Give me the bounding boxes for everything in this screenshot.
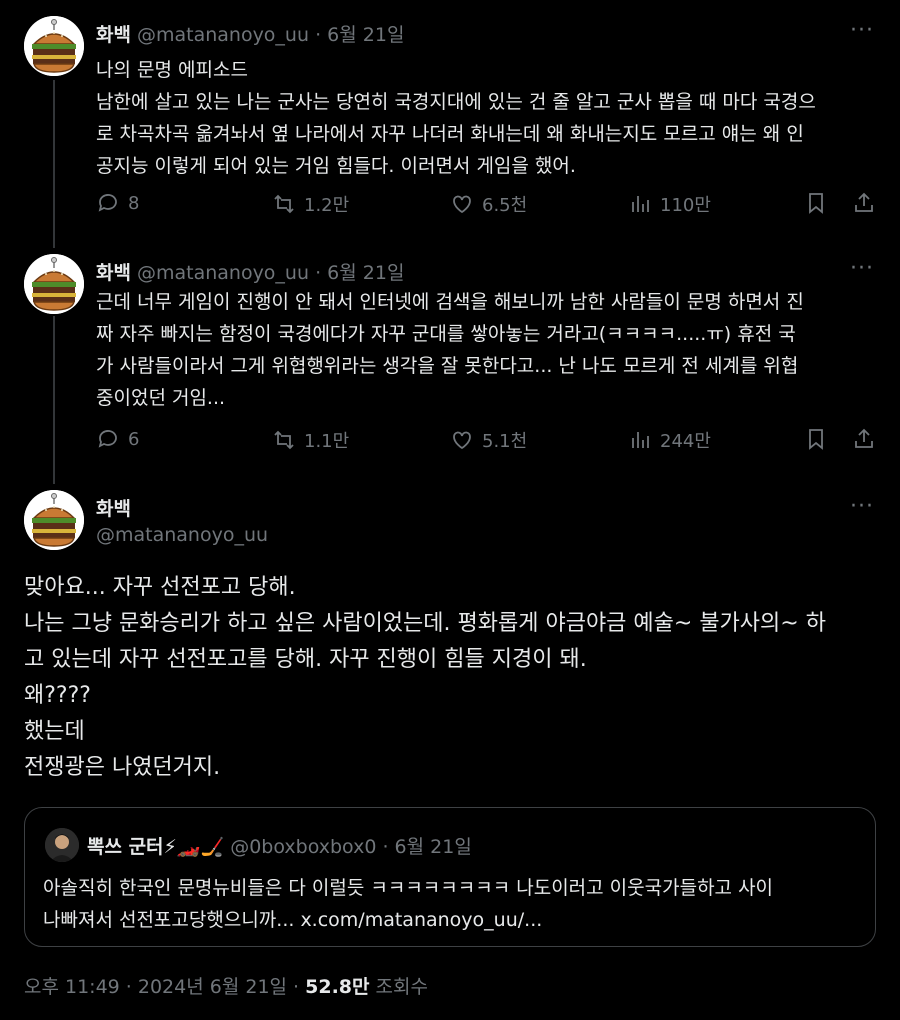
burger-avatar-icon bbox=[24, 254, 84, 314]
tweet-actions: 6 1.1만 5.1천 244만 bbox=[96, 427, 878, 457]
more-options-button[interactable]: ··· bbox=[850, 494, 874, 519]
burger-avatar-icon bbox=[24, 16, 84, 76]
share-icon bbox=[855, 192, 873, 212]
timestamp[interactable]: 6월 21일 bbox=[327, 262, 404, 284]
main-avatar[interactable] bbox=[24, 490, 84, 550]
bookmark-button[interactable] bbox=[804, 191, 828, 215]
tweet-header: 화백 @matananoyo_uu · 6월 21일 bbox=[96, 24, 405, 46]
quote-header: 뽁쓰 군터⚡🏎️🏒 @0boxboxbox0 · 6월 21일 bbox=[87, 836, 472, 858]
reply-icon bbox=[98, 194, 117, 212]
display-name[interactable]: 화백 bbox=[96, 262, 131, 284]
quote-text: 아솔직히 한국인 문명뉴비들은 다 이럴듯 ㅋㅋㅋㅋㅋㅋㅋㅋ 나도이러고 이웃국… bbox=[43, 877, 774, 931]
reply-count: 8 bbox=[128, 192, 140, 214]
tweet-text: 나의 문명 에피소드 남한에 살고 있는 나는 군사는 당연히 국경지대에 있는… bbox=[96, 59, 816, 177]
quote-avatar bbox=[45, 828, 79, 862]
repost-count: 1.1만 bbox=[304, 431, 350, 452]
bookmark-button[interactable] bbox=[804, 427, 828, 451]
heart-icon bbox=[453, 431, 471, 450]
bookmark-icon bbox=[809, 193, 823, 214]
reply-count: 6 bbox=[128, 428, 140, 450]
quoted-tweet[interactable]: 뽁쓰 군터⚡🏎️🏒 @0boxboxbox0 · 6월 21일 아솔직히 한국인 … bbox=[24, 807, 876, 947]
quote-handle: @0boxboxbox0 bbox=[230, 836, 377, 858]
quote-display-name: 뽁쓰 군터⚡🏎️🏒 bbox=[87, 836, 225, 858]
more-options-button[interactable]: ··· bbox=[850, 256, 874, 281]
like-count: 6.5천 bbox=[482, 195, 528, 216]
share-icon bbox=[855, 428, 873, 448]
display-name[interactable]: 화백 bbox=[96, 24, 131, 46]
repost-button[interactable]: 1.2만 bbox=[272, 191, 349, 217]
tweet-header: 화백 @matananoyo_uu · 6월 21일 bbox=[96, 262, 405, 284]
bookmark-icon bbox=[809, 429, 823, 450]
heart-icon bbox=[453, 195, 471, 214]
timestamp[interactable]: 6월 21일 bbox=[327, 24, 404, 46]
views-icon bbox=[632, 196, 649, 212]
handle[interactable]: @matananoyo_uu bbox=[137, 262, 309, 284]
main-display-name[interactable]: 화백 bbox=[96, 494, 131, 521]
thread-tweet-2[interactable]: 화백 @matananoyo_uu · 6월 21일 ··· 근데 너무 게임이 … bbox=[0, 250, 900, 486]
view-count-total: 52.8만 bbox=[305, 976, 370, 998]
views-button[interactable]: 244만 bbox=[628, 427, 711, 453]
like-button[interactable]: 5.1천 bbox=[450, 427, 527, 453]
reply-button[interactable]: 6 bbox=[96, 427, 139, 451]
views-icon bbox=[632, 432, 649, 448]
main-handle[interactable]: @matananoyo_uu bbox=[96, 524, 268, 546]
repost-icon bbox=[274, 194, 294, 214]
views-button[interactable]: 110만 bbox=[628, 191, 711, 217]
quote-timestamp: 6월 21일 bbox=[394, 836, 472, 858]
main-tweet-text: 맞아요... 자꾸 선전포고 당해. 나는 그냥 문화승리가 하고 싶은 사람이… bbox=[24, 575, 826, 780]
like-button[interactable]: 6.5천 bbox=[450, 191, 527, 217]
post-timestamp[interactable]: 오후 11:49 · 2024년 6월 21일 · bbox=[24, 976, 305, 998]
repost-button[interactable]: 1.1만 bbox=[272, 427, 349, 453]
repost-count: 1.2만 bbox=[304, 195, 350, 216]
tweet-actions: 8 1.2만 6.5천 110만 bbox=[96, 191, 878, 221]
view-count: 110만 bbox=[660, 195, 711, 216]
avatar[interactable] bbox=[24, 16, 84, 76]
repost-icon bbox=[274, 430, 294, 450]
views-label: 조회수 bbox=[369, 976, 428, 998]
share-button[interactable] bbox=[852, 427, 876, 451]
tweet-meta: 오후 11:49 · 2024년 6월 21일 · 52.8만 조회수 bbox=[24, 972, 428, 999]
handle[interactable]: @matananoyo_uu bbox=[137, 24, 309, 46]
share-button[interactable] bbox=[852, 191, 876, 215]
reply-icon bbox=[98, 430, 117, 448]
reply-button[interactable]: 8 bbox=[96, 191, 139, 215]
person-avatar-icon bbox=[45, 828, 79, 862]
burger-avatar-icon bbox=[24, 490, 84, 550]
more-options-button[interactable]: ··· bbox=[850, 18, 874, 43]
like-count: 5.1천 bbox=[482, 431, 528, 452]
tweet-text: 근데 너무 게임이 진행이 안 돼서 인터넷에 검색을 해보니까 남한 사람들이… bbox=[96, 291, 804, 409]
thread-tweet-1[interactable]: 화백 @matananoyo_uu · 6월 21일 ··· 나의 문명 에피소드… bbox=[0, 0, 900, 250]
view-count: 244만 bbox=[660, 431, 711, 452]
avatar[interactable] bbox=[24, 254, 84, 314]
